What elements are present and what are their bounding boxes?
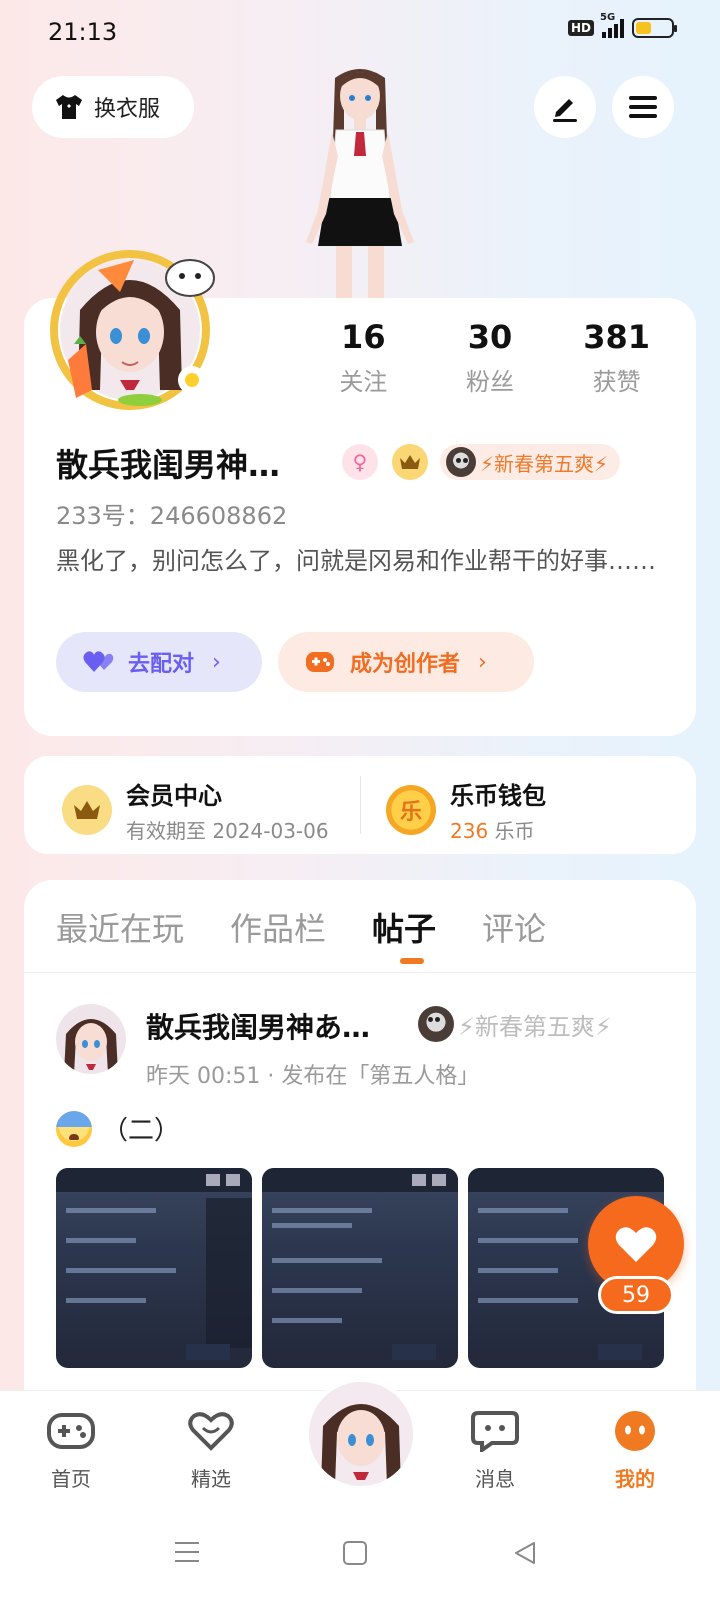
- chevron-right-icon: ›: [478, 649, 487, 675]
- back-button[interactable]: [512, 1540, 538, 1570]
- profile-tabs: 最近在玩 作品栏 帖子 评论: [56, 904, 546, 950]
- tab-recently-played[interactable]: 最近在玩: [56, 904, 184, 950]
- post-text[interactable]: （二）: [56, 1110, 180, 1147]
- match-button[interactable]: 去配对 ›: [56, 632, 262, 692]
- member-crown-icon: [62, 785, 112, 835]
- profile-face-icon: [615, 1411, 655, 1451]
- event-tag-label: ⚡新春第五爽⚡: [480, 451, 609, 476]
- tab-posts[interactable]: 帖子: [372, 904, 436, 950]
- user-bio: 黑化了，别问怎么了，问就是冈易和作业帮干的好事……: [56, 547, 656, 575]
- status-icons: HD 5G: [567, 12, 677, 38]
- status-time: 21:13: [48, 18, 118, 46]
- avatar-3d-figure[interactable]: [280, 60, 440, 300]
- divider: [24, 972, 696, 973]
- back-triangle-icon: [515, 1542, 535, 1564]
- nav-home-label: 首页: [51, 1467, 91, 1491]
- stats-row: 16 关注 30 粉丝 381 获赞: [300, 318, 680, 397]
- nav-featured-label: 精选: [191, 1467, 231, 1491]
- wallet-title: 乐币钱包: [450, 782, 546, 810]
- hearts-icon: [83, 651, 114, 672]
- member-center[interactable]: 会员中心 有效期至 2024-03-06: [62, 776, 329, 844]
- gamepad-icon: [47, 1413, 95, 1449]
- stat-following[interactable]: 16 关注: [300, 318, 427, 397]
- home-button[interactable]: [342, 1540, 368, 1570]
- tshirt-icon: [56, 95, 82, 119]
- pencil-icon: [553, 99, 577, 122]
- recent-apps-button[interactable]: [174, 1540, 200, 1568]
- match-label: 去配对: [128, 652, 195, 677]
- stat-label: 获赞: [592, 368, 641, 396]
- member-expiry: 有效期至 2024-03-06: [126, 819, 329, 843]
- wallet-amount: 236: [450, 819, 489, 843]
- change-outfit-button[interactable]: 换衣服: [32, 76, 194, 138]
- signal-icon: 5G: [600, 12, 624, 38]
- stat-label: 粉丝: [465, 368, 514, 396]
- nav-messages[interactable]: 消息: [450, 1410, 540, 1492]
- nav-me[interactable]: 我的: [590, 1410, 680, 1492]
- post-text-content: （二）: [102, 1116, 181, 1146]
- wallet-unit: 乐币: [494, 819, 535, 843]
- nav-me-label: 我的: [615, 1467, 655, 1491]
- gamepad-icon: [306, 652, 334, 672]
- nav-avatar-center[interactable]: [305, 1378, 417, 1490]
- stat-followers[interactable]: 30 粉丝: [427, 318, 554, 397]
- menu-lines-icon: [175, 1542, 199, 1562]
- mask-avatar-icon: [446, 447, 476, 477]
- stat-number: 16: [341, 318, 386, 356]
- stat-number: 381: [583, 318, 650, 356]
- mask-avatar-icon: [418, 1006, 454, 1042]
- chevron-right-icon: ›: [212, 649, 221, 675]
- hd-icon: HD: [567, 20, 594, 36]
- user-id: 233号：246608862: [56, 502, 288, 530]
- crown-badge-icon[interactable]: [392, 444, 428, 480]
- post-image-2[interactable]: [262, 1168, 458, 1368]
- chat-bubble-icon: [471, 1411, 519, 1454]
- post-author-avatar[interactable]: [56, 1004, 126, 1074]
- post-image-1[interactable]: [56, 1168, 252, 1368]
- tab-comments[interactable]: 评论: [482, 904, 546, 950]
- post-meta: 昨天 00:51 · 发布在「第五人格」: [146, 1064, 480, 1089]
- post-event-tag-label: ⚡新春第五爽⚡: [458, 1012, 612, 1041]
- member-center-title: 会员中心: [126, 782, 222, 810]
- become-creator-button[interactable]: 成为创作者 ›: [278, 632, 534, 692]
- coin-wallet[interactable]: 乐 乐币钱包 236 乐币: [386, 776, 546, 844]
- tab-indicator: [400, 958, 424, 964]
- stat-label: 关注: [339, 368, 388, 396]
- like-count: 59: [598, 1276, 674, 1314]
- profile-avatar[interactable]: [50, 240, 220, 410]
- battery-icon: [632, 18, 677, 38]
- heart-outline-icon: [188, 1412, 234, 1451]
- female-gender-icon: ♀: [342, 444, 378, 480]
- heart-icon: [615, 1227, 657, 1262]
- stat-number: 30: [467, 318, 513, 356]
- anxious-face-emoji-icon: [56, 1110, 92, 1147]
- menu-button[interactable]: [612, 76, 674, 138]
- become-creator-label: 成为创作者: [350, 652, 461, 677]
- event-tag[interactable]: ⚡新春第五爽⚡: [440, 444, 621, 480]
- change-outfit-label: 换衣服: [94, 97, 161, 122]
- stat-likes[interactable]: 381 获赞: [553, 318, 680, 397]
- edit-button[interactable]: [534, 76, 596, 138]
- network-type: 5G: [600, 12, 616, 23]
- nav-messages-label: 消息: [475, 1467, 515, 1491]
- square-icon: [343, 1541, 367, 1565]
- divider: [360, 776, 361, 834]
- coin-icon: 乐: [386, 785, 436, 835]
- hamburger-menu-icon: [629, 96, 657, 118]
- nav-featured[interactable]: 精选: [166, 1410, 256, 1492]
- nav-home[interactable]: 首页: [26, 1410, 116, 1492]
- post-event-tag: ⚡新春第五爽⚡: [418, 1006, 612, 1042]
- username: 散兵我闺男神…: [56, 446, 281, 484]
- post-author-name[interactable]: 散兵我闺男神あ…: [146, 1006, 370, 1046]
- tab-works[interactable]: 作品栏: [230, 904, 326, 950]
